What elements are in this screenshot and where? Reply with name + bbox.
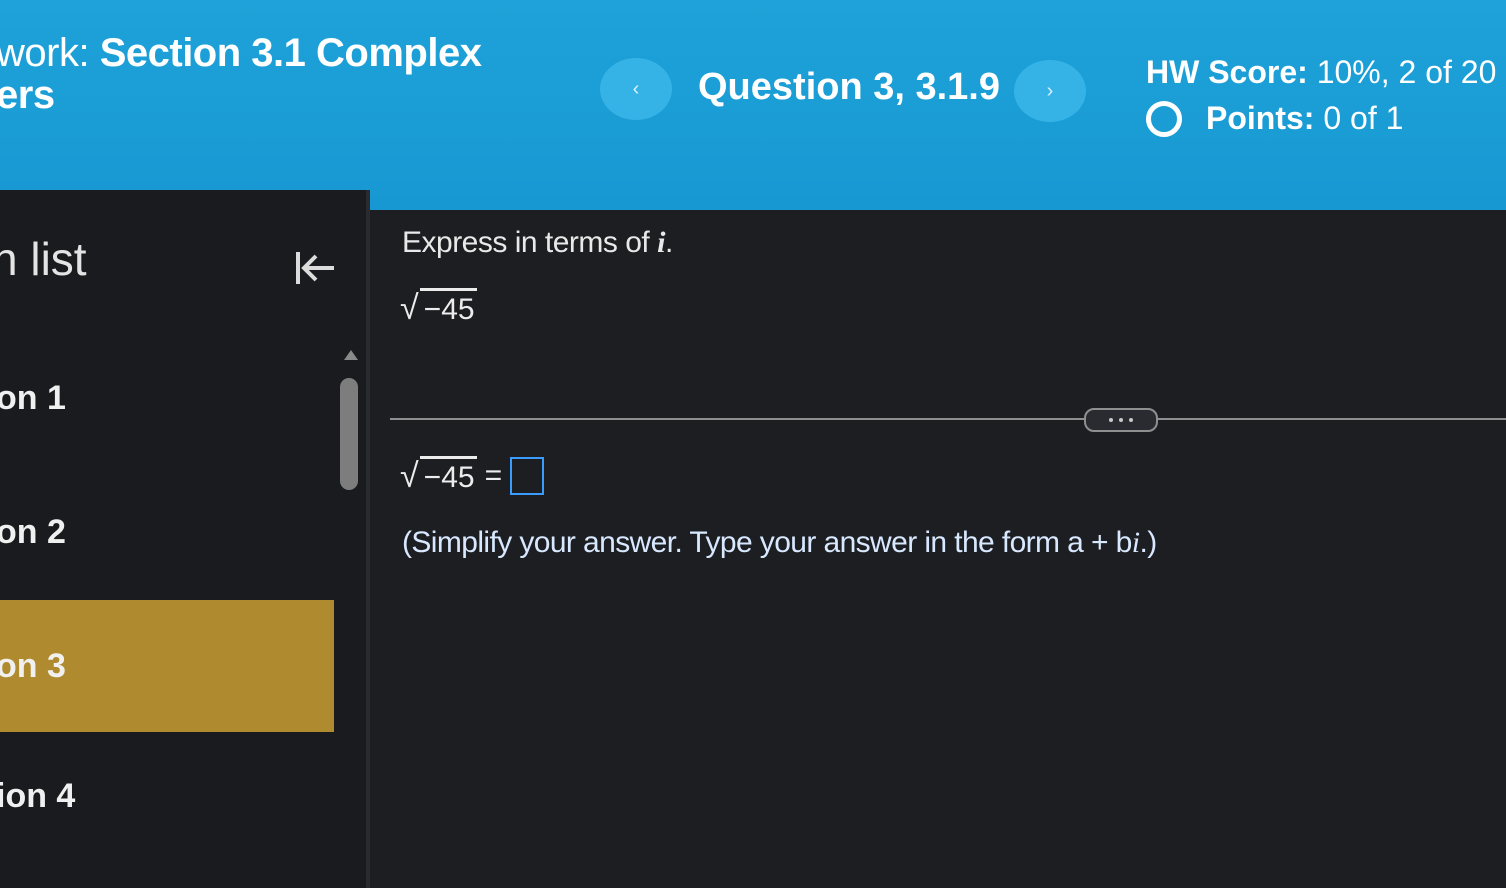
question-prompt: Express in terms of i. — [402, 226, 673, 259]
question-list-item-2[interactable]: on 2 — [0, 466, 334, 598]
question-expression: √ −45 — [400, 288, 477, 327]
question-list-sidebar: n list on 1 on 2 on 3 ion 4 — [0, 190, 368, 888]
previous-question-button[interactable]: ‹ — [600, 58, 672, 120]
question-label: Question 3, 3.1.9 — [698, 66, 1000, 108]
answer-expression: √ −45 — [400, 456, 477, 495]
points-status: Points: 0 of 1 — [1146, 100, 1403, 137]
section-divider — [390, 418, 1506, 420]
chevron-left-icon: ‹ — [632, 77, 640, 100]
question-list-item-3[interactable]: on 3 — [0, 600, 334, 732]
question-list-item-4[interactable]: ion 4 — [0, 730, 334, 862]
status-circle-icon — [1146, 100, 1182, 137]
next-question-button[interactable]: › — [1014, 60, 1086, 122]
hw-score: HW Score: 10%, 2 of 20 — [1146, 54, 1497, 90]
question-panel: Express in terms of i. √ −45 √ −45 = (Si… — [370, 190, 1506, 888]
scroll-thumb[interactable] — [340, 378, 358, 490]
sidebar-scrollbar[interactable] — [336, 340, 364, 888]
question-list-item-1[interactable]: on 1 — [0, 332, 334, 464]
header-bar: work: Section 3.1 Complex ers ‹ Question… — [0, 0, 1506, 210]
answer-instruction: (Simplify your answer. Type your answer … — [402, 526, 1157, 559]
sidebar-title: n list — [0, 233, 87, 285]
scroll-up-arrow-icon[interactable] — [344, 350, 358, 360]
more-options-button[interactable] — [1084, 408, 1158, 432]
answer-row: √ −45 = — [400, 456, 545, 496]
collapse-sidebar-icon[interactable] — [288, 240, 344, 296]
chevron-right-icon: › — [1046, 79, 1054, 102]
homework-title: work: Section 3.1 Complex ers — [0, 31, 482, 117]
answer-input[interactable] — [510, 457, 545, 495]
